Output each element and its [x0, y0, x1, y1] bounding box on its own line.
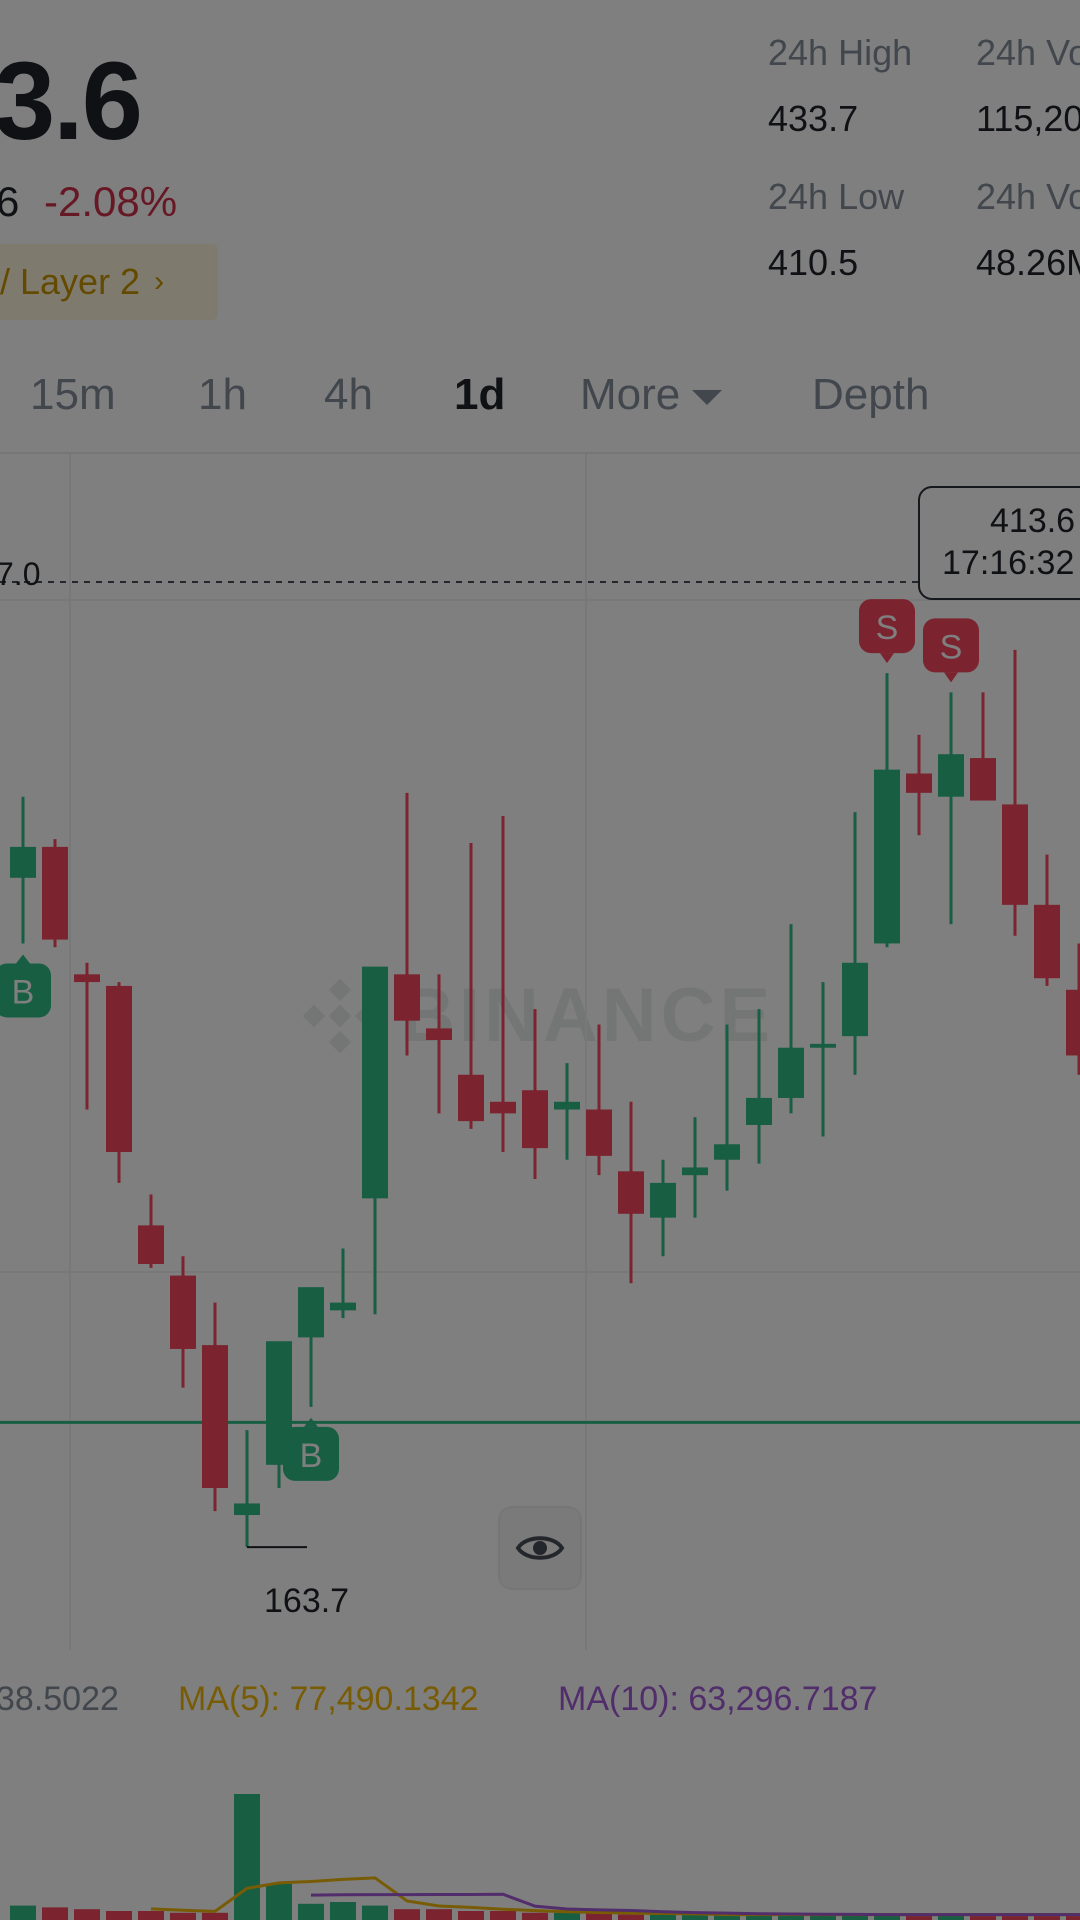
screen: 3.6 6 -2.08% / Layer 2 › 24h High 433.7 …	[0, 0, 1080, 1920]
dim-overlay[interactable]	[0, 0, 1080, 1920]
